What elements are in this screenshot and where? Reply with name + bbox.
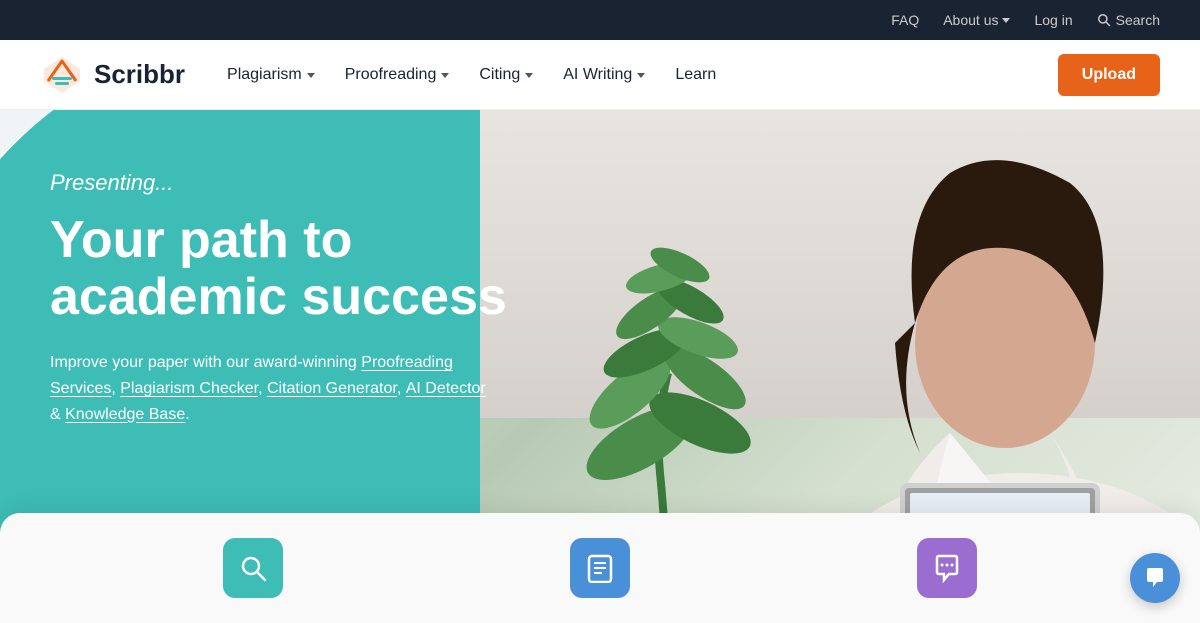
citation-generator-link[interactable]: Citation Generator [267,380,397,397]
top-bar: FAQ About us Log in Search [0,0,1200,40]
plagiarism-chevron-icon [307,73,315,78]
about-us-chevron-icon [1002,18,1010,23]
faq-link[interactable]: FAQ [891,12,919,28]
nav-ai-writing[interactable]: AI Writing [551,58,657,92]
logo[interactable]: Scribbr [40,53,185,97]
ai-detector-link[interactable]: AI Detector [406,380,486,397]
hero-presenting-text: Presenting... [50,170,570,196]
about-us-label: About us [943,12,998,28]
plagiarism-checker-link[interactable]: Plagiarism Checker [120,380,258,397]
logo-text: Scribbr [94,59,185,90]
card-icon-purple [917,538,977,598]
logo-icon [40,53,84,97]
card-icon-teal [223,538,283,598]
card-item-1[interactable] [223,538,283,598]
chat-icon [1143,566,1167,590]
chat-bubble-button[interactable] [1130,553,1180,603]
nav-citing[interactable]: Citing [467,58,545,92]
nav-plagiarism[interactable]: Plagiarism [215,58,327,92]
upload-button[interactable]: Upload [1058,54,1160,96]
hero-section: Presenting... Your path to academic succ… [0,110,1200,623]
hero-content: Presenting... Your path to academic succ… [50,170,570,427]
ai-writing-chevron-icon [637,73,645,78]
main-nav: Scribbr Plagiarism Proofreading Citing A… [0,40,1200,110]
card-strip [0,513,1200,623]
nav-proofreading[interactable]: Proofreading [333,58,462,92]
about-us-dropdown[interactable]: About us [943,12,1010,28]
proofreading-chevron-icon [441,73,449,78]
hero-title: Your path to academic success [50,212,570,326]
knowledge-base-link[interactable]: Knowledge Base [65,406,185,423]
nav-learn[interactable]: Learn [663,58,728,92]
card-item-2[interactable] [570,538,630,598]
hero-description: Improve your paper with our award-winnin… [50,350,570,427]
search-label: Search [1116,12,1160,28]
card-icon-blue [570,538,630,598]
login-link[interactable]: Log in [1034,12,1072,28]
search-icon [1097,13,1111,27]
citing-chevron-icon [525,73,533,78]
card-item-3[interactable] [917,538,977,598]
search-top-button[interactable]: Search [1097,12,1160,28]
nav-links: Plagiarism Proofreading Citing AI Writin… [215,58,1058,92]
